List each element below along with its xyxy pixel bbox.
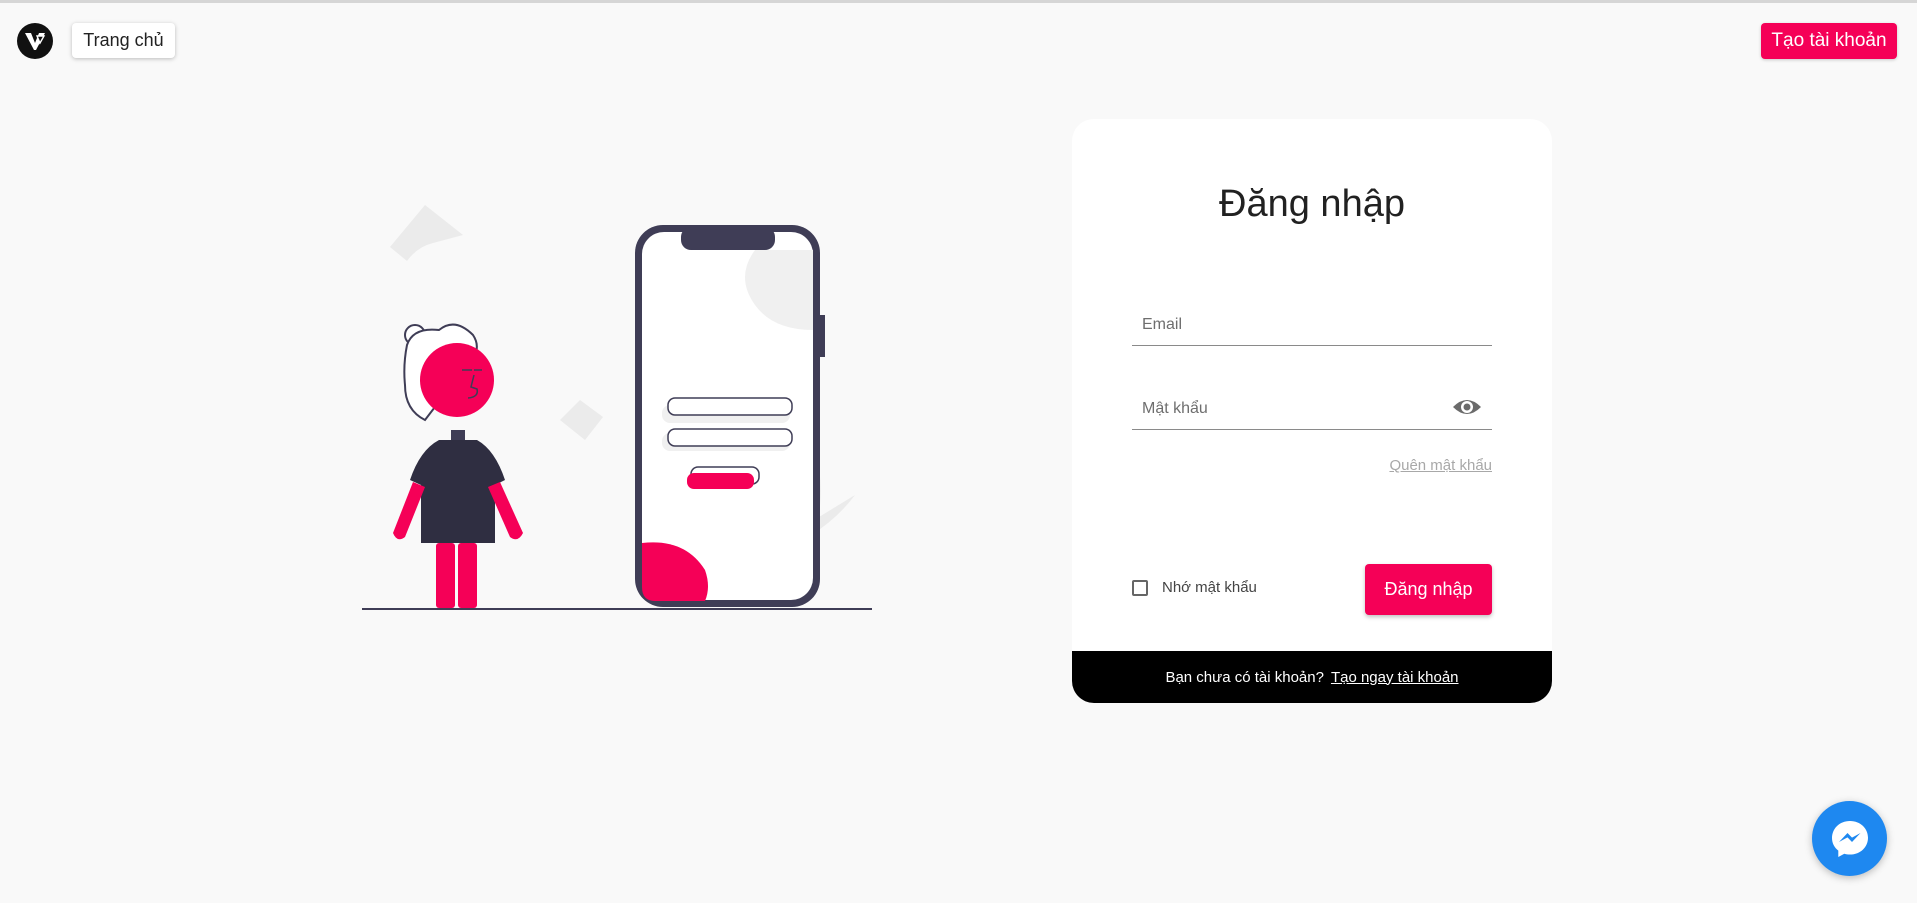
login-card: Đăng nhập Quên mật khẩu Nhớ mật khẩu Đăn…: [1072, 119, 1552, 703]
eye-icon[interactable]: [1452, 395, 1482, 419]
signup-prompt-text: Bạn chưa có tài khoản?: [1165, 668, 1324, 686]
messenger-chat-button[interactable]: [1812, 801, 1887, 876]
messenger-icon: [1831, 820, 1868, 857]
checkbox-box[interactable]: [1132, 579, 1148, 596]
signup-prompt-footer: Bạn chưa có tài khoản? Tạo ngay tài khoả…: [1072, 651, 1552, 703]
top-divider: [0, 0, 1917, 3]
password-input[interactable]: [1132, 389, 1492, 429]
home-button[interactable]: Trang chủ: [72, 23, 175, 58]
remember-password-label: Nhớ mật khẩu: [1162, 579, 1257, 596]
email-input[interactable]: [1132, 305, 1492, 345]
password-field: [1132, 389, 1492, 430]
email-field: [1132, 305, 1492, 346]
brand-logo-icon[interactable]: [17, 23, 53, 59]
login-button[interactable]: Đăng nhập: [1365, 564, 1492, 615]
forgot-password-link[interactable]: Quên mật khẩu: [1389, 457, 1492, 474]
login-title: Đăng nhập: [1219, 183, 1405, 225]
create-account-button[interactable]: Tạo tài khoản: [1761, 23, 1897, 59]
login-illustration: [355, 205, 875, 615]
create-account-link[interactable]: Tạo ngay tài khoản: [1331, 669, 1459, 686]
remember-password-checkbox[interactable]: Nhớ mật khẩu: [1132, 579, 1257, 596]
